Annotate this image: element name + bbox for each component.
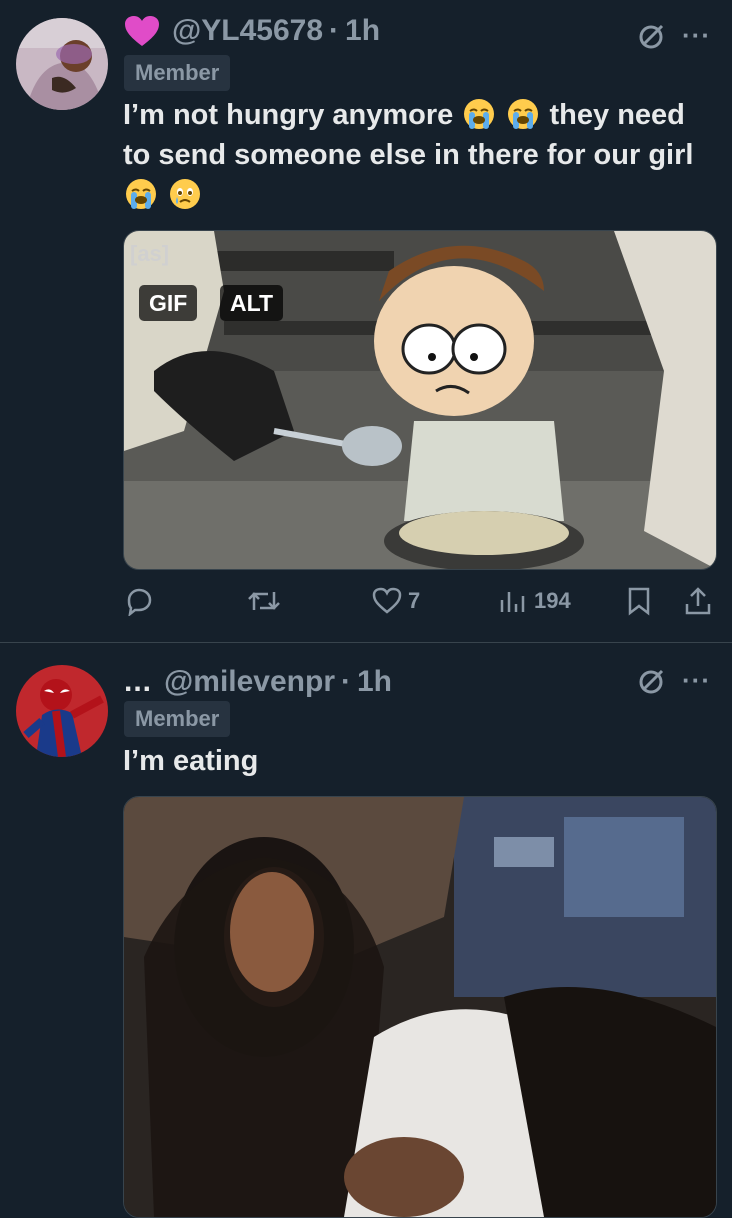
member-badge: Member	[124, 701, 231, 737]
more-horizontal-icon[interactable]: ···	[682, 20, 711, 51]
views-button[interactable]: 194	[498, 586, 571, 616]
grok-icon[interactable]	[636, 667, 666, 697]
share-button[interactable]	[683, 586, 713, 616]
handle[interactable]: @milevenpr	[164, 665, 335, 699]
timestamp[interactable]: 1h	[345, 14, 380, 48]
like-button[interactable]: 7	[372, 586, 420, 616]
bookmark-button[interactable]	[626, 586, 652, 616]
avatar[interactable]	[16, 18, 108, 110]
separator: ·	[329, 14, 340, 47]
loudly-crying-face-icon	[507, 98, 539, 130]
member-badge: Member	[124, 55, 231, 91]
post-meta: @YL45678 · 1h	[124, 14, 380, 48]
views-icon	[500, 592, 525, 612]
more-prefix: ...	[124, 665, 153, 698]
reply-button[interactable]	[124, 586, 154, 616]
post-yl45678[interactable]: @YL45678 · 1h ··· Member I’m not hungry …	[0, 0, 732, 643]
views-count: 194	[534, 588, 571, 613]
post-meta: ... @milevenpr · 1h	[124, 665, 392, 699]
bookmark-icon	[628, 587, 650, 616]
post-milevenpr[interactable]: ... @milevenpr · 1h ··· Member I’m eatin…	[0, 643, 732, 1218]
share-icon	[685, 587, 711, 615]
gif-badge[interactable]: GIF	[139, 285, 198, 321]
more-horizontal-icon[interactable]: ···	[682, 665, 711, 696]
gif-media[interactable]	[123, 796, 717, 1218]
like-count: 7	[408, 588, 421, 613]
loudly-crying-face-icon	[463, 98, 495, 130]
post-text: I’m eating	[123, 745, 259, 777]
alt-badge[interactable]: ALT	[220, 285, 284, 321]
watermark: [as]	[130, 241, 169, 266]
face-holding-back-tears-icon	[169, 178, 201, 210]
handle[interactable]: @YL45678	[172, 14, 323, 48]
post-text: I’m not hungry anymore they need to send…	[123, 95, 713, 215]
repost-icon	[248, 592, 280, 610]
post-actions: 7 194	[0, 584, 732, 624]
repost-button[interactable]	[248, 586, 280, 616]
avatar[interactable]	[16, 665, 108, 757]
reply-icon	[127, 588, 152, 616]
timestamp[interactable]: 1h	[357, 665, 392, 699]
gif-media[interactable]: [as]	[123, 230, 717, 570]
grok-icon[interactable]	[636, 22, 666, 52]
like-icon	[372, 587, 402, 614]
loudly-crying-face-icon	[125, 178, 157, 210]
separator: ·	[341, 665, 351, 698]
heart-icon	[125, 16, 159, 46]
post-text-part-1: I’m not hungry anymore	[123, 99, 454, 131]
